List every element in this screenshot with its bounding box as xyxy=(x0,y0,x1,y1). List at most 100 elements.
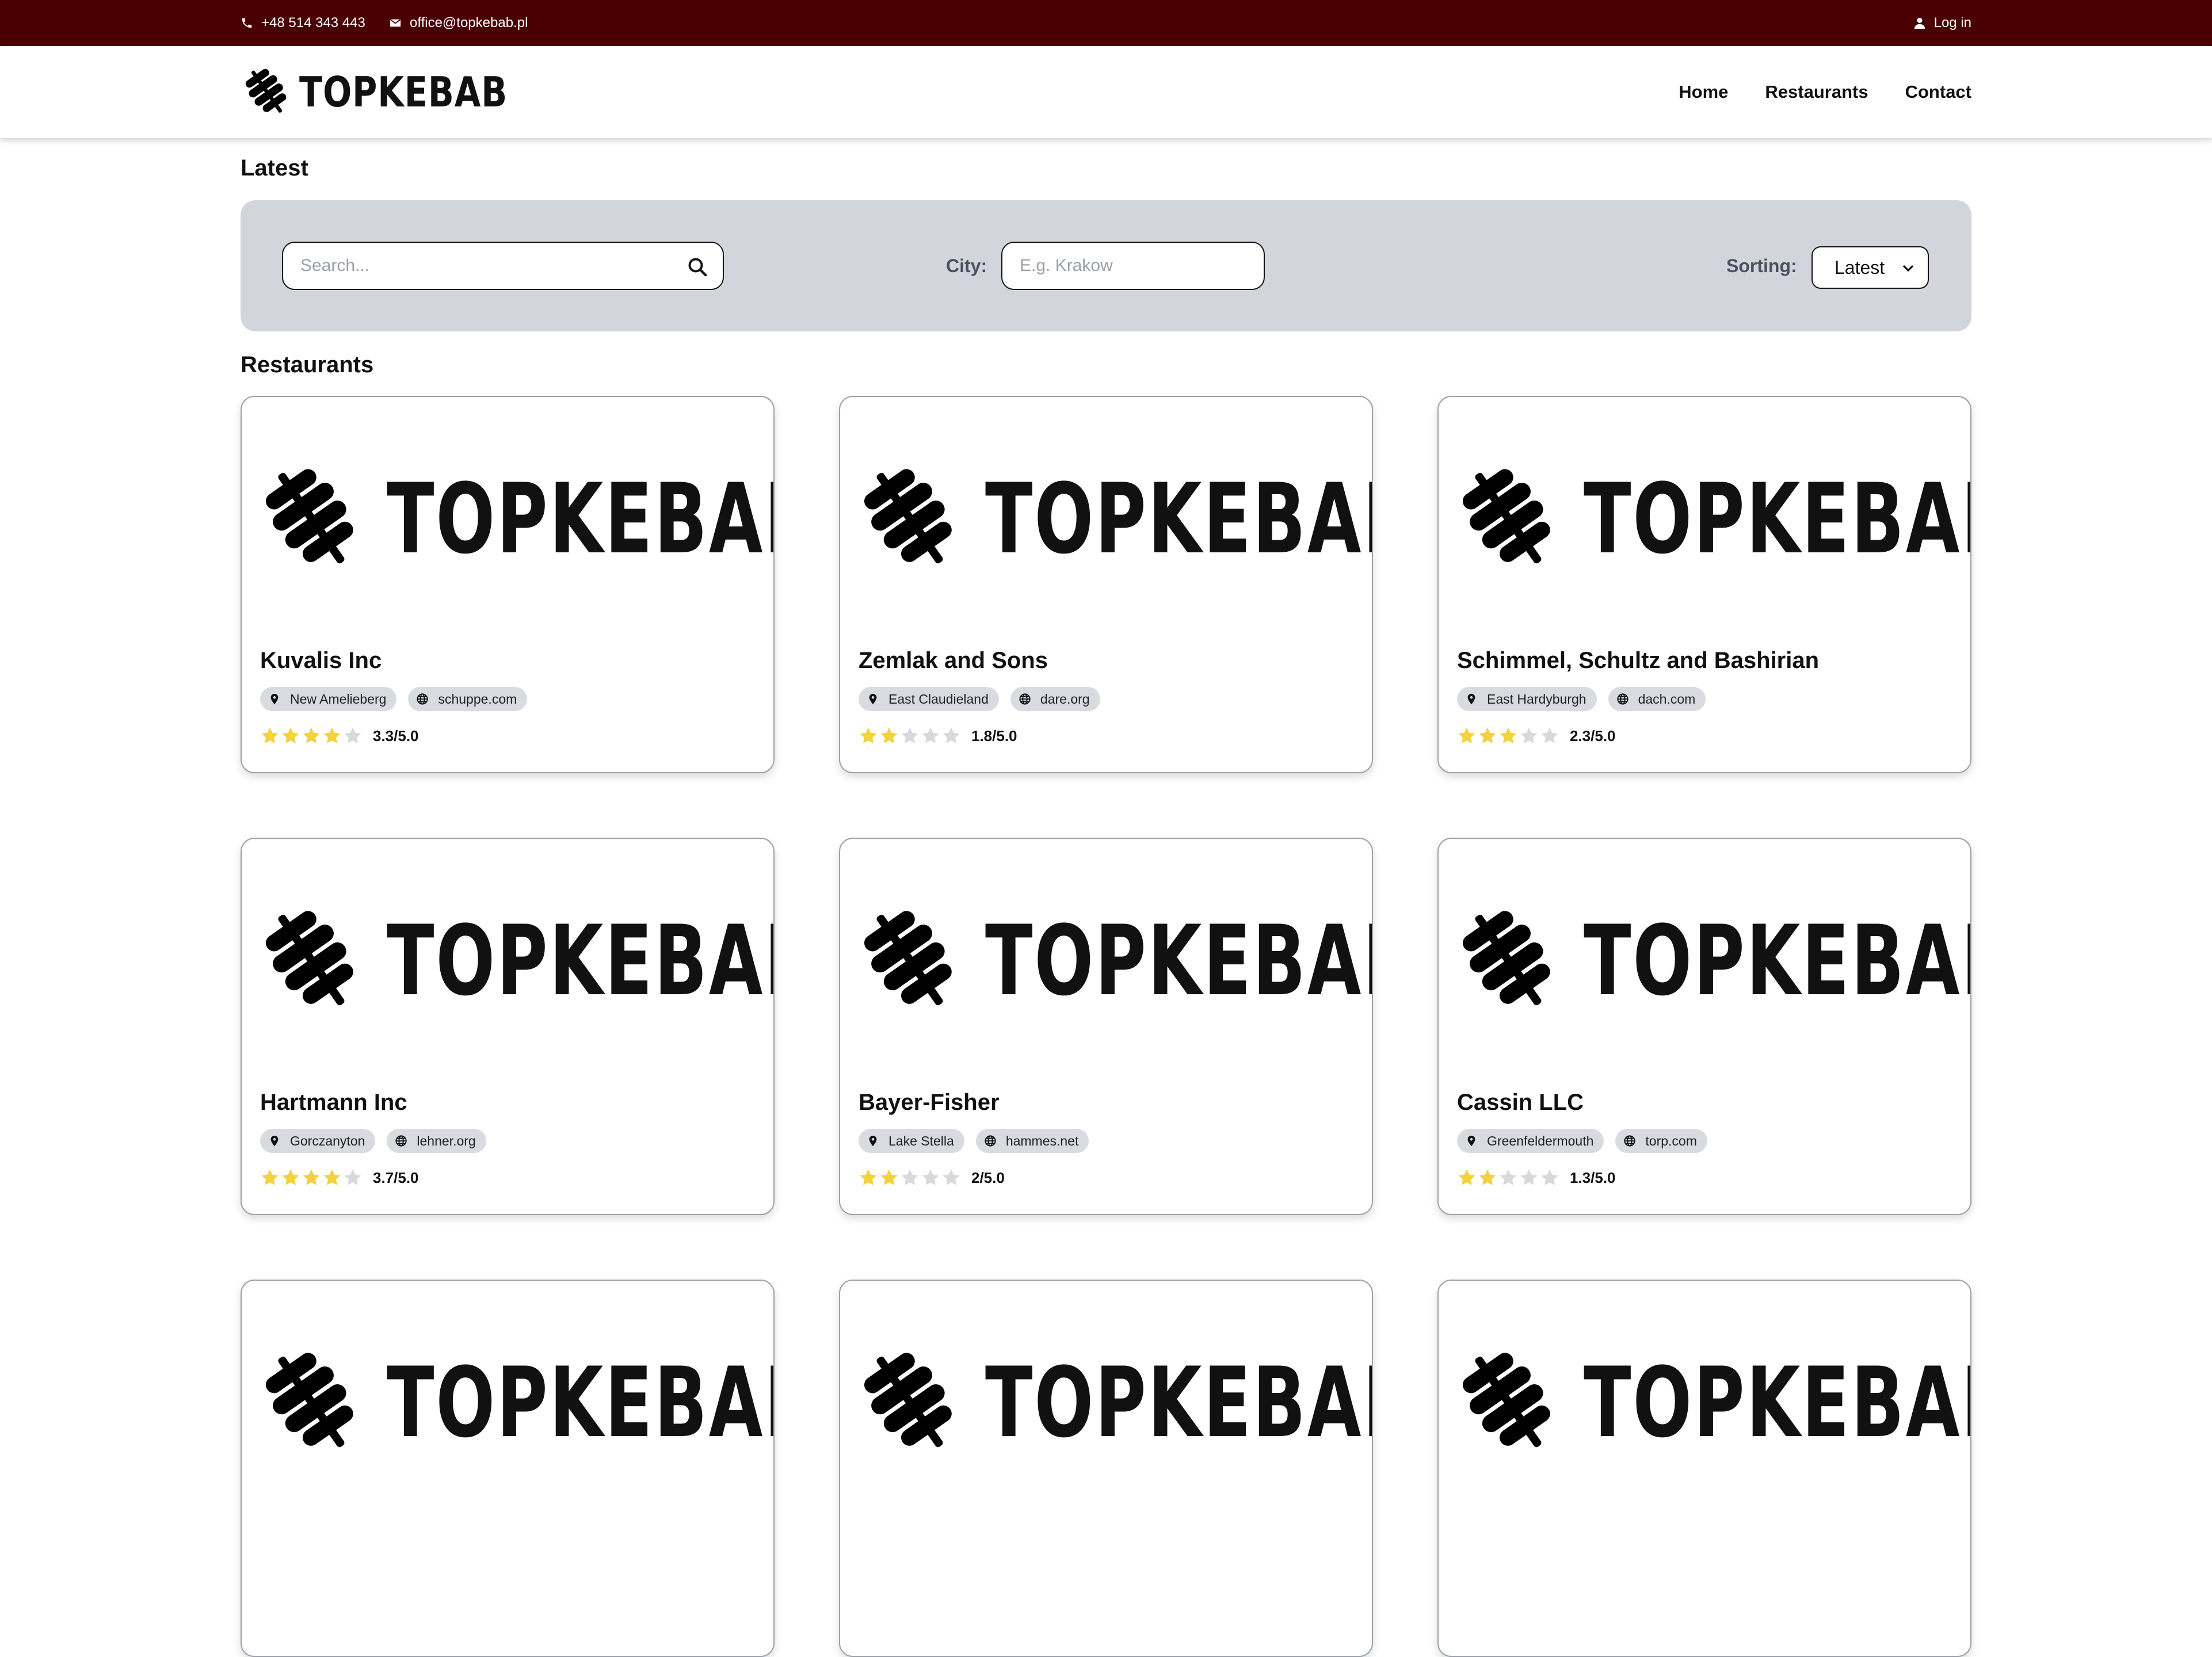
restaurant-card[interactable]: TOPKEBAB Schimmel, Schultz and Bashirian… xyxy=(1437,396,1971,773)
restaurant-name[interactable]: Bayer-Fisher xyxy=(859,1090,1000,1116)
star-filled-icon xyxy=(322,726,342,746)
restaurant-card[interactable]: TOPKEBAB xyxy=(839,1280,1373,1657)
rating: 1.8/5.0 xyxy=(859,726,1017,746)
star-rating xyxy=(1457,726,1559,746)
restaurant-name[interactable]: Kuvalis Inc xyxy=(260,648,382,674)
restaurant-image-brand: TOPKEBAB xyxy=(985,904,1372,1017)
rating-score: 2.3/5.0 xyxy=(1570,727,1616,744)
restaurant-tags: New Amelieberg schuppe.com xyxy=(260,687,528,711)
brand-logo[interactable]: TOPKEBAB xyxy=(241,66,554,119)
kebab-logo-icon xyxy=(260,903,364,1018)
kebab-logo-icon xyxy=(1457,903,1561,1018)
website-tag[interactable]: dare.org xyxy=(1010,687,1100,711)
restaurant-image: TOPKEBAB xyxy=(260,461,773,576)
star-empty-icon xyxy=(941,726,961,746)
city-input[interactable] xyxy=(1020,243,1250,289)
search-box xyxy=(282,242,724,290)
restaurant-card[interactable]: TOPKEBAB Cassin LLC Greenfeldermouth tor… xyxy=(1437,838,1971,1215)
sorting-label: Sorting: xyxy=(1726,255,1797,276)
website-tag[interactable]: dach.com xyxy=(1608,687,1706,711)
city-tag: Gorczanyton xyxy=(260,1129,376,1153)
city-tag-label: East Claudieland xyxy=(888,691,989,707)
website-tag[interactable]: schuppe.com xyxy=(408,687,528,711)
website-tag-label: schuppe.com xyxy=(438,691,517,707)
restaurant-card[interactable]: TOPKEBAB Hartmann Inc Gorczanyton lehner… xyxy=(241,838,775,1215)
restaurant-card[interactable]: TOPKEBAB Bayer-Fisher Lake Stella hammes… xyxy=(839,838,1373,1215)
restaurant-card[interactable]: TOPKEBAB xyxy=(241,1280,775,1657)
envelope-icon xyxy=(390,19,401,27)
restaurant-image-brand: TOPKEBAB xyxy=(387,463,773,575)
globe-icon xyxy=(1616,693,1629,705)
restaurant-card[interactable]: TOPKEBAB xyxy=(1437,1280,1971,1657)
search-input[interactable] xyxy=(300,243,669,289)
restaurants-heading: Restaurants xyxy=(241,352,374,377)
star-filled-icon xyxy=(260,1168,280,1188)
rating-score: 3.7/5.0 xyxy=(373,1169,419,1186)
city-box xyxy=(1001,242,1265,290)
website-tag-label: dare.org xyxy=(1040,691,1090,707)
restaurant-image-brand: TOPKEBAB xyxy=(985,1346,1372,1459)
search-icon[interactable] xyxy=(687,257,708,277)
city-tag: East Hardyburgh xyxy=(1457,687,1597,711)
email-address: office@topkebab.pl xyxy=(410,15,528,30)
city-tag-label: Lake Stella xyxy=(888,1133,954,1148)
rating-score: 1.3/5.0 xyxy=(1570,1169,1616,1186)
restaurant-name[interactable]: Zemlak and Sons xyxy=(859,648,1048,674)
phone-contact[interactable]: +48 514 343 443 xyxy=(241,0,365,46)
city-tag-label: East Hardyburgh xyxy=(1487,691,1586,707)
restaurant-image: TOPKEBAB xyxy=(260,903,773,1018)
star-empty-icon xyxy=(900,726,920,746)
star-filled-icon xyxy=(302,726,321,746)
rating-score: 2/5.0 xyxy=(971,1169,1005,1186)
location-pin-icon xyxy=(1465,693,1478,705)
nav-restaurants[interactable]: Restaurants xyxy=(1765,82,1868,102)
star-rating xyxy=(260,726,363,746)
restaurant-image-brand: TOPKEBAB xyxy=(387,904,773,1017)
star-empty-icon xyxy=(900,1168,920,1188)
website-tag-label: lehner.org xyxy=(417,1133,476,1148)
rating: 1.3/5.0 xyxy=(1457,1168,1616,1188)
star-filled-icon xyxy=(1478,726,1497,746)
website-tag[interactable]: lehner.org xyxy=(387,1129,486,1153)
star-empty-icon xyxy=(941,1168,961,1188)
restaurant-card[interactable]: TOPKEBAB Kuvalis Inc New Amelieberg schu… xyxy=(241,396,775,773)
location-pin-icon xyxy=(1465,1135,1478,1147)
kebab-logo-icon xyxy=(1457,461,1561,576)
restaurant-tags: Greenfeldermouth torp.com xyxy=(1457,1129,1707,1153)
city-label: City: xyxy=(946,255,987,276)
star-empty-icon xyxy=(343,1168,363,1188)
kebab-logo-icon xyxy=(260,461,364,576)
website-tag[interactable]: torp.com xyxy=(1615,1129,1707,1153)
star-empty-icon xyxy=(1540,1168,1559,1188)
location-pin-icon xyxy=(867,693,879,705)
restaurant-name[interactable]: Cassin LLC xyxy=(1457,1090,1584,1116)
restaurant-card[interactable]: TOPKEBAB Zemlak and Sons East Claudielan… xyxy=(839,396,1373,773)
chevron-down-icon xyxy=(1902,265,1914,272)
kebab-logo-icon xyxy=(241,66,293,119)
restaurant-name[interactable]: Schimmel, Schultz and Bashirian xyxy=(1457,648,1819,674)
rating: 2/5.0 xyxy=(859,1168,1005,1188)
website-tag[interactable]: hammes.net xyxy=(975,1129,1089,1153)
restaurant-image: TOPKEBAB xyxy=(859,461,1372,576)
star-filled-icon xyxy=(260,726,280,746)
email-contact[interactable]: office@topkebab.pl xyxy=(389,0,528,46)
website-tag-label: torp.com xyxy=(1645,1133,1697,1148)
star-empty-icon xyxy=(1540,726,1559,746)
restaurant-name[interactable]: Hartmann Inc xyxy=(260,1090,407,1116)
sorting-select[interactable]: Latest xyxy=(1811,246,1929,289)
nav-contact[interactable]: Contact xyxy=(1905,82,1971,102)
filter-panel: City: Sorting: Latest xyxy=(241,200,1971,331)
star-filled-icon xyxy=(859,1168,878,1188)
city-tag: New Amelieberg xyxy=(260,687,397,711)
star-rating xyxy=(260,1168,363,1188)
star-rating xyxy=(859,1168,961,1188)
kebab-logo-icon xyxy=(1457,1345,1561,1460)
nav-home[interactable]: Home xyxy=(1679,82,1728,102)
restaurant-image: TOPKEBAB xyxy=(260,1345,773,1460)
login-link[interactable]: Log in xyxy=(1913,0,1971,46)
city-tag-label: Greenfeldermouth xyxy=(1487,1133,1594,1148)
nav-links: Home Restaurants Contact xyxy=(1679,46,1971,138)
star-empty-icon xyxy=(1519,1168,1539,1188)
restaurant-image-brand: TOPKEBAB xyxy=(1584,1346,1970,1459)
star-empty-icon xyxy=(1519,726,1539,746)
